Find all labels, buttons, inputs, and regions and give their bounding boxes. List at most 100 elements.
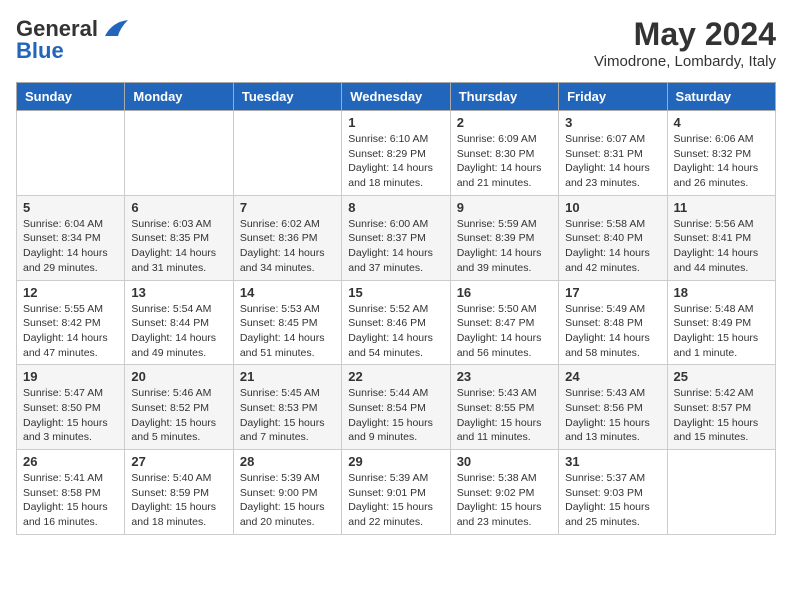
calendar-week-5: 26Sunrise: 5:41 AM Sunset: 8:58 PM Dayli… <box>17 450 776 535</box>
calendar-cell: 29Sunrise: 5:39 AM Sunset: 9:01 PM Dayli… <box>342 450 450 535</box>
cell-info-text: Sunrise: 6:03 AM Sunset: 8:35 PM Dayligh… <box>131 217 226 276</box>
cell-day-number: 24 <box>565 369 660 384</box>
calendar-cell: 24 Sunrise: 5:43 AM Sunset: 8:56 PM Dayli… <box>559 365 667 450</box>
cell-info-text: Sunrise: 5:59 AM Sunset: 8:39 PM Dayligh… <box>457 217 552 276</box>
cell-info-text: Sunrise: 5:52 AM Sunset: 8:46 PM Dayligh… <box>348 302 443 361</box>
calendar-header-row: SundayMondayTuesdayWednesdayThursdayFrid… <box>17 83 776 111</box>
cell-info-text: Sunrise: 5:48 AM Sunset: 8:49 PM Dayligh… <box>674 302 769 361</box>
calendar-cell: 30 Sunrise: 5:38 AM Sunset: 9:02 PM Dayli… <box>450 450 558 535</box>
cell-info-text: Sunrise: 5:53 AM Sunset: 8:45 PM Dayligh… <box>240 302 335 361</box>
calendar-cell: 20Sunrise: 5:46 AM Sunset: 8:52 PM Dayli… <box>125 365 233 450</box>
cell-info-text: Sunrise: 5:42 AM Sunset: 8:57 PM Dayligh… <box>674 386 769 445</box>
cell-day-number: 19 <box>23 369 118 384</box>
cell-info-text: Sunrise: 5:44 AM Sunset: 8:54 PM Dayligh… <box>348 386 443 445</box>
cell-info-text: Sunrise: 5:55 AM Sunset: 8:42 PM Dayligh… <box>23 302 118 361</box>
cell-day-number: 22 <box>348 369 443 384</box>
logo-text-blue: Blue <box>16 38 64 64</box>
cell-info-text: Sunrise: 5:37 AM Sunset: 9:03 PM Dayligh… <box>565 471 660 530</box>
location-subtitle: Vimodrone, Lombardy, Italy <box>594 53 776 70</box>
calendar-body: 1Sunrise: 6:10 AM Sunset: 8:29 PM Daylig… <box>17 111 776 535</box>
weekday-header-monday: Monday <box>125 83 233 111</box>
calendar-cell: 27 Sunrise: 5:40 AM Sunset: 8:59 PM Dayli… <box>125 450 233 535</box>
cell-day-number: 16 <box>457 285 552 300</box>
calendar-cell: 23 Sunrise: 5:43 AM Sunset: 8:55 PM Dayli… <box>450 365 558 450</box>
cell-info-text: Sunrise: 6:00 AM Sunset: 8:37 PM Dayligh… <box>348 217 443 276</box>
cell-day-number: 15 <box>348 285 443 300</box>
cell-day-number: 11 <box>674 200 769 215</box>
calendar-cell: 8 Sunrise: 6:00 AM Sunset: 8:37 PM Daylig… <box>342 195 450 280</box>
calendar-cell: 22 Sunrise: 5:44 AM Sunset: 8:54 PM Dayli… <box>342 365 450 450</box>
title-block: May 2024 Vimodrone, Lombardy, Italy <box>594 16 776 70</box>
calendar-cell: 16 Sunrise: 5:50 AM Sunset: 8:47 PM Dayli… <box>450 280 558 365</box>
cell-day-number: 29 <box>348 454 443 469</box>
calendar-cell: 12 Sunrise: 5:55 AM Sunset: 8:42 PM Dayli… <box>17 280 125 365</box>
cell-day-number: 2 <box>457 115 552 130</box>
calendar-cell: 28Sunrise: 5:39 AM Sunset: 9:00 PM Dayli… <box>233 450 341 535</box>
calendar-cell: 9 Sunrise: 5:59 AM Sunset: 8:39 PM Daylig… <box>450 195 558 280</box>
cell-day-number: 9 <box>457 200 552 215</box>
calendar-cell: 25Sunrise: 5:42 AM Sunset: 8:57 PM Dayli… <box>667 365 775 450</box>
calendar-cell: 2Sunrise: 6:09 AM Sunset: 8:30 PM Daylig… <box>450 111 558 196</box>
cell-info-text: Sunrise: 5:43 AM Sunset: 8:56 PM Dayligh… <box>565 386 660 445</box>
calendar-cell: 4 Sunrise: 6:06 AM Sunset: 8:32 PM Daylig… <box>667 111 775 196</box>
calendar-cell <box>17 111 125 196</box>
calendar-cell: 18 Sunrise: 5:48 AM Sunset: 8:49 PM Dayli… <box>667 280 775 365</box>
calendar-cell: 19 Sunrise: 5:47 AM Sunset: 8:50 PM Dayli… <box>17 365 125 450</box>
cell-day-number: 30 <box>457 454 552 469</box>
calendar-cell <box>667 450 775 535</box>
calendar-cell: 3 Sunrise: 6:07 AM Sunset: 8:31 PM Daylig… <box>559 111 667 196</box>
weekday-header-thursday: Thursday <box>450 83 558 111</box>
cell-day-number: 6 <box>131 200 226 215</box>
cell-info-text: Sunrise: 5:54 AM Sunset: 8:44 PM Dayligh… <box>131 302 226 361</box>
calendar-week-3: 12 Sunrise: 5:55 AM Sunset: 8:42 PM Dayli… <box>17 280 776 365</box>
cell-info-text: Sunrise: 6:07 AM Sunset: 8:31 PM Dayligh… <box>565 132 660 191</box>
calendar-cell: 21Sunrise: 5:45 AM Sunset: 8:53 PM Dayli… <box>233 365 341 450</box>
cell-day-number: 23 <box>457 369 552 384</box>
cell-day-number: 3 <box>565 115 660 130</box>
cell-day-number: 8 <box>348 200 443 215</box>
calendar-cell: 1Sunrise: 6:10 AM Sunset: 8:29 PM Daylig… <box>342 111 450 196</box>
page-header: General Blue May 2024 Vimodrone, Lombard… <box>16 16 776 70</box>
calendar-cell: 5 Sunrise: 6:04 AM Sunset: 8:34 PM Daylig… <box>17 195 125 280</box>
cell-info-text: Sunrise: 6:04 AM Sunset: 8:34 PM Dayligh… <box>23 217 118 276</box>
cell-day-number: 18 <box>674 285 769 300</box>
cell-info-text: Sunrise: 5:45 AM Sunset: 8:53 PM Dayligh… <box>240 386 335 445</box>
weekday-header-wednesday: Wednesday <box>342 83 450 111</box>
cell-info-text: Sunrise: 5:49 AM Sunset: 8:48 PM Dayligh… <box>565 302 660 361</box>
calendar-cell: 6 Sunrise: 6:03 AM Sunset: 8:35 PM Daylig… <box>125 195 233 280</box>
calendar-cell: 14 Sunrise: 5:53 AM Sunset: 8:45 PM Dayli… <box>233 280 341 365</box>
cell-day-number: 27 <box>131 454 226 469</box>
calendar-cell <box>233 111 341 196</box>
logo: General Blue <box>16 16 130 64</box>
calendar-week-1: 1Sunrise: 6:10 AM Sunset: 8:29 PM Daylig… <box>17 111 776 196</box>
logo-bird-icon <box>100 18 130 40</box>
cell-info-text: Sunrise: 6:02 AM Sunset: 8:36 PM Dayligh… <box>240 217 335 276</box>
cell-info-text: Sunrise: 5:46 AM Sunset: 8:52 PM Dayligh… <box>131 386 226 445</box>
calendar-cell: 26Sunrise: 5:41 AM Sunset: 8:58 PM Dayli… <box>17 450 125 535</box>
cell-info-text: Sunrise: 5:43 AM Sunset: 8:55 PM Dayligh… <box>457 386 552 445</box>
calendar-cell: 15 Sunrise: 5:52 AM Sunset: 8:46 PM Dayli… <box>342 280 450 365</box>
weekday-header-sunday: Sunday <box>17 83 125 111</box>
calendar-week-4: 19 Sunrise: 5:47 AM Sunset: 8:50 PM Dayli… <box>17 365 776 450</box>
cell-day-number: 13 <box>131 285 226 300</box>
weekday-header-friday: Friday <box>559 83 667 111</box>
cell-day-number: 12 <box>23 285 118 300</box>
cell-info-text: Sunrise: 5:50 AM Sunset: 8:47 PM Dayligh… <box>457 302 552 361</box>
cell-day-number: 10 <box>565 200 660 215</box>
cell-day-number: 31 <box>565 454 660 469</box>
cell-info-text: Sunrise: 5:40 AM Sunset: 8:59 PM Dayligh… <box>131 471 226 530</box>
cell-info-text: Sunrise: 5:47 AM Sunset: 8:50 PM Dayligh… <box>23 386 118 445</box>
cell-day-number: 1 <box>348 115 443 130</box>
calendar-cell: 17 Sunrise: 5:49 AM Sunset: 8:48 PM Dayli… <box>559 280 667 365</box>
calendar-table: SundayMondayTuesdayWednesdayThursdayFrid… <box>16 82 776 535</box>
cell-day-number: 4 <box>674 115 769 130</box>
cell-day-number: 14 <box>240 285 335 300</box>
cell-day-number: 17 <box>565 285 660 300</box>
cell-info-text: Sunrise: 5:58 AM Sunset: 8:40 PM Dayligh… <box>565 217 660 276</box>
calendar-cell: 11Sunrise: 5:56 AM Sunset: 8:41 PM Dayli… <box>667 195 775 280</box>
cell-day-number: 5 <box>23 200 118 215</box>
cell-info-text: Sunrise: 6:06 AM Sunset: 8:32 PM Dayligh… <box>674 132 769 191</box>
cell-info-text: Sunrise: 5:41 AM Sunset: 8:58 PM Dayligh… <box>23 471 118 530</box>
cell-day-number: 7 <box>240 200 335 215</box>
cell-info-text: Sunrise: 5:38 AM Sunset: 9:02 PM Dayligh… <box>457 471 552 530</box>
